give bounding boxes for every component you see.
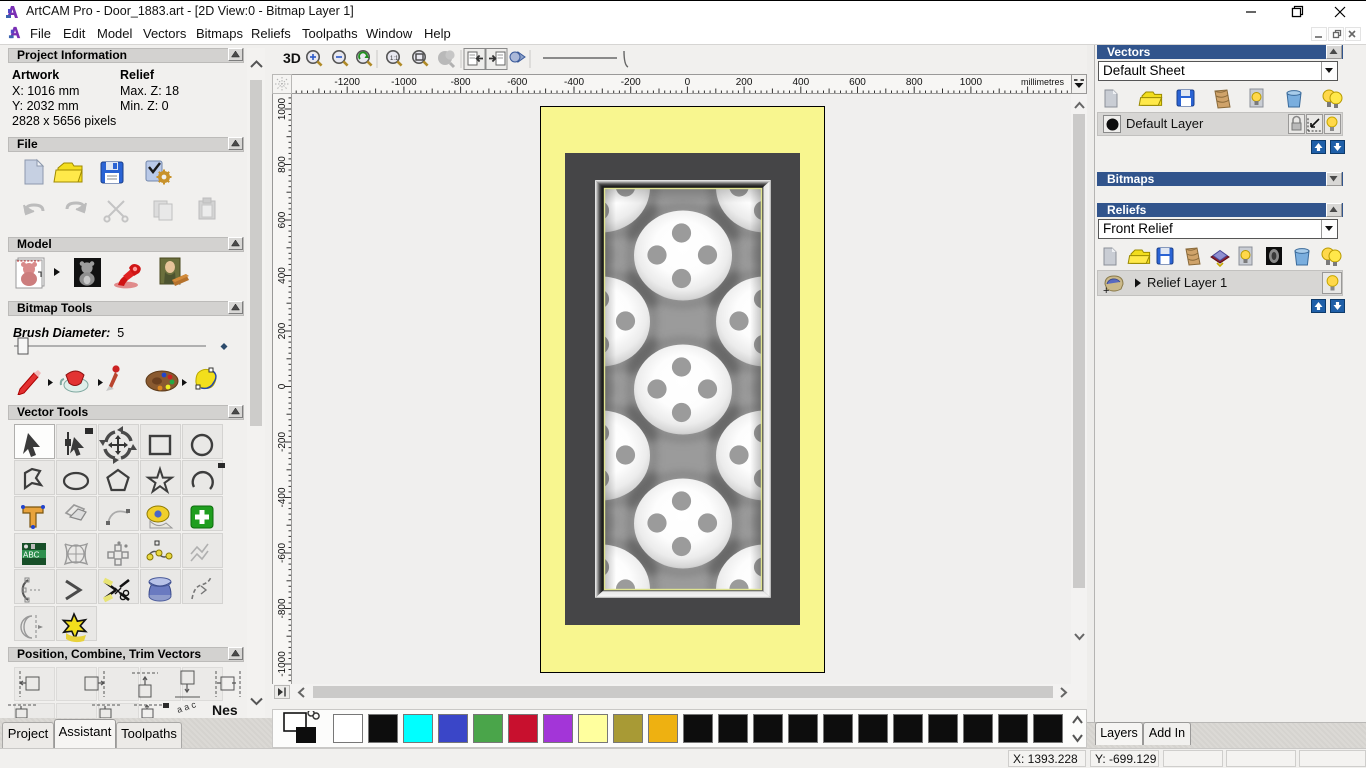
svg-text:200: 200 (277, 322, 288, 339)
svg-text:1000: 1000 (960, 77, 983, 88)
svg-text:600: 600 (849, 77, 866, 88)
svg-text:-1200: -1200 (334, 77, 360, 88)
svg-text:400: 400 (277, 267, 288, 284)
svg-text:-600: -600 (507, 77, 527, 88)
svg-text:-200: -200 (621, 77, 641, 88)
svg-text:millimetres: millimetres (1021, 77, 1065, 87)
svg-text:800: 800 (906, 77, 923, 88)
svg-text:-800: -800 (277, 598, 288, 618)
svg-text:1:1: 1:1 (390, 56, 399, 62)
svg-text:1000: 1000 (277, 97, 288, 120)
svg-text:-400: -400 (564, 77, 584, 88)
svg-text:-200: -200 (277, 432, 288, 452)
svg-text:0: 0 (277, 383, 288, 389)
svg-text:0: 0 (685, 77, 691, 88)
svg-text:-800: -800 (451, 77, 471, 88)
svg-text:-400: -400 (277, 487, 288, 507)
svg-text:800: 800 (277, 156, 288, 173)
svg-text:-1000: -1000 (391, 77, 417, 88)
svg-text:ABC: ABC (23, 551, 40, 560)
svg-text:600: 600 (277, 211, 288, 228)
svg-text:+: + (1103, 285, 1109, 296)
svg-text:200: 200 (736, 77, 753, 88)
svg-text:a a c: a a c (176, 699, 198, 715)
svg-text:-600: -600 (277, 543, 288, 563)
svg-text:Nes: Nes (212, 702, 238, 718)
svg-text:-1000: -1000 (277, 651, 288, 677)
svg-text:400: 400 (792, 77, 809, 88)
